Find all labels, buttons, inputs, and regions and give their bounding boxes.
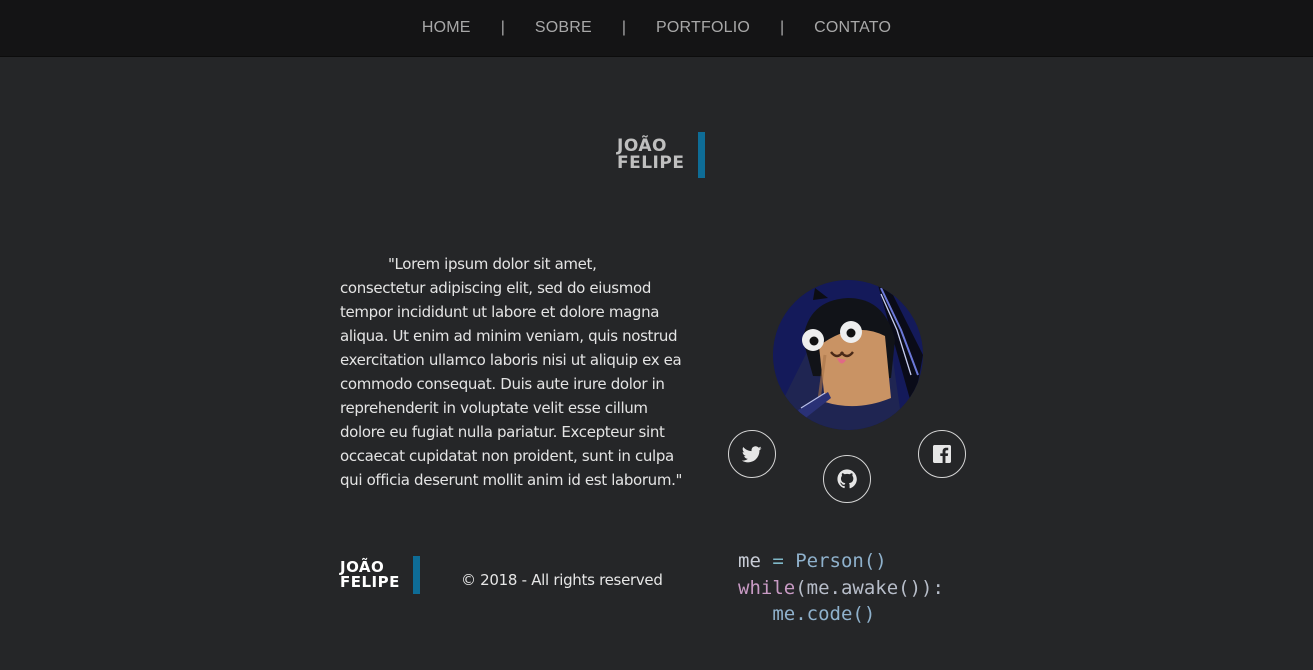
- code-token: Person: [795, 550, 864, 572]
- nav-link-home[interactable]: HOME: [422, 19, 471, 37]
- logo-last-name: FELIPE: [617, 153, 685, 173]
- code-token: (): [863, 550, 887, 572]
- code-token: while: [738, 576, 796, 599]
- footer-logo: JOÃO FELIPE: [340, 556, 420, 594]
- nav-separator: |: [779, 19, 785, 36]
- footer-logo-text: JOÃO FELIPE: [340, 560, 400, 590]
- facebook-button[interactable]: [918, 430, 966, 478]
- twitter-icon: [742, 445, 762, 462]
- top-nav: HOME | SOBRE | PORTFOLIO | CONTATO: [0, 0, 1313, 57]
- code-line-1: me = Person(): [738, 548, 944, 575]
- footer-logo-last-name: FELIPE: [340, 573, 400, 591]
- logo-text: JOÃO FELIPE: [617, 138, 684, 172]
- nav-link-portfolio[interactable]: PORTFOLIO: [656, 19, 750, 37]
- facebook-icon: [933, 445, 951, 463]
- about-paragraph: "Lorem ipsum dolor sit amet, consectetur…: [340, 255, 683, 489]
- github-button[interactable]: [823, 455, 871, 503]
- code-line-2: while(me.awake()):: [738, 575, 944, 602]
- github-icon: [837, 469, 857, 489]
- nav-separator: |: [621, 19, 627, 36]
- code-snippet: me = Person() while(me.awake()): me.code…: [738, 548, 944, 628]
- code-token: me.code(): [772, 603, 876, 625]
- copyright-text: © 2018 - All rights reserved: [461, 571, 663, 589]
- page: HOME | SOBRE | PORTFOLIO | CONTATO JOÃO …: [0, 0, 1313, 670]
- twitter-button[interactable]: [728, 430, 776, 478]
- code-line-3: me.code(): [738, 601, 944, 628]
- nav-link-contato[interactable]: CONTATO: [814, 19, 891, 37]
- code-token: (me.awake()):: [795, 576, 944, 599]
- nav-separator: |: [500, 19, 505, 36]
- nav-link-sobre[interactable]: SOBRE: [535, 19, 592, 37]
- avatar-illustration: [773, 280, 923, 430]
- header-logo: JOÃO FELIPE: [617, 132, 706, 178]
- logo-accent-bar: [698, 132, 706, 178]
- avatar: [773, 280, 923, 430]
- code-token: =: [760, 550, 796, 572]
- footer-logo-accent-bar: [412, 556, 420, 594]
- nav-menu: HOME | SOBRE | PORTFOLIO | CONTATO: [422, 19, 891, 37]
- code-token: me: [738, 550, 761, 572]
